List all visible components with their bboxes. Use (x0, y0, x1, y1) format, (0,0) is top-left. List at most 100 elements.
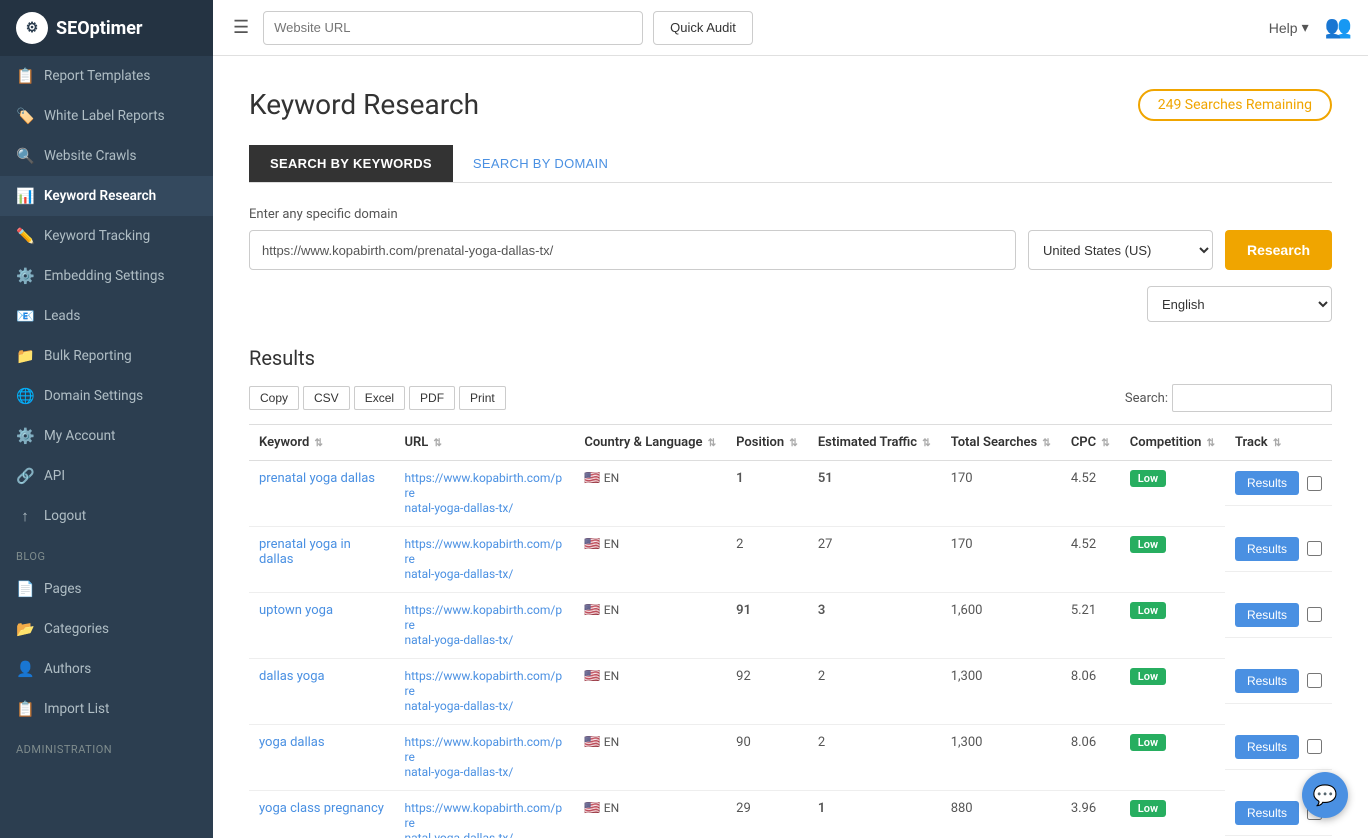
cell-keyword-3: dallas yoga (249, 659, 394, 725)
sort-track-icon[interactable]: ⇅ (1273, 438, 1281, 449)
pdf-button[interactable]: PDF (409, 386, 455, 410)
cell-total-searches-4: 1,300 (941, 725, 1061, 791)
results-section: Results Copy CSV Excel PDF Print Search:… (249, 346, 1332, 838)
logout-icon: ↑ (16, 507, 34, 525)
nav-item-embedding-settings[interactable]: ⚙️ Embedding Settings (0, 256, 213, 296)
copy-button[interactable]: Copy (249, 386, 299, 410)
print-button[interactable]: Print (459, 386, 506, 410)
nav-item-website-crawls[interactable]: 🔍 Website Crawls (0, 136, 213, 176)
nav-item-bulk-reporting[interactable]: 📁 Bulk Reporting (0, 336, 213, 376)
nav-item-keyword-research[interactable]: 📊 Keyword Research (0, 176, 213, 216)
cell-competition-4: Low (1120, 725, 1225, 791)
cell-competition-2: Low (1120, 593, 1225, 659)
cell-country-5: 🇺🇸 EN (574, 791, 726, 838)
nav-item-api[interactable]: 🔗 API (0, 456, 213, 496)
url-link-2[interactable]: https://www.kopabirth.com/prenatal-yoga-… (404, 603, 562, 647)
track-checkbox-2[interactable] (1307, 607, 1322, 622)
flag-icon-2: 🇺🇸 (584, 603, 600, 618)
keyword-link-0[interactable]: prenatal yoga dallas (259, 471, 375, 486)
nav-item-keyword-tracking[interactable]: ✏️ Keyword Tracking (0, 216, 213, 256)
cell-track-0: Results (1225, 461, 1332, 506)
user-avatar-icon[interactable]: 👥 (1325, 15, 1352, 40)
sort-keyword-icon[interactable]: ⇅ (315, 438, 323, 449)
hamburger-button[interactable]: ☰ (229, 13, 253, 42)
keyword-link-5[interactable]: yoga class pregnancy (259, 801, 384, 816)
white-label-reports-icon: 🏷️ (16, 107, 34, 125)
nav-item-logout[interactable]: ↑ Logout (0, 496, 213, 536)
nav-item-leads[interactable]: 📧 Leads (0, 296, 213, 336)
keyword-link-1[interactable]: prenatal yoga in dallas (259, 537, 351, 567)
language-select[interactable]: English Spanish French German (1147, 286, 1332, 322)
keyword-link-2[interactable]: uptown yoga (259, 603, 333, 618)
quick-audit-button[interactable]: Quick Audit (653, 11, 753, 45)
results-button-1[interactable]: Results (1235, 537, 1299, 561)
url-link-4[interactable]: https://www.kopabirth.com/prenatal-yoga-… (404, 735, 562, 779)
table-row: prenatal yoga in dallas https://www.kopa… (249, 527, 1332, 593)
results-button-3[interactable]: Results (1235, 669, 1299, 693)
csv-button[interactable]: CSV (303, 386, 350, 410)
cell-traffic-1: 27 (808, 527, 941, 593)
track-checkbox-1[interactable] (1307, 541, 1322, 556)
track-checkbox-0[interactable] (1307, 476, 1322, 491)
nav-item-categories[interactable]: 📂 Categories (0, 609, 213, 649)
domain-input[interactable] (249, 230, 1016, 270)
results-button-0[interactable]: Results (1235, 471, 1299, 495)
track-checkbox-4[interactable] (1307, 739, 1322, 754)
url-link-5[interactable]: https://www.kopabirth.com/prenatal-yoga-… (404, 801, 562, 838)
page-header: Keyword Research 249 Searches Remaining (249, 88, 1332, 121)
th-cpc: CPC ⇅ (1061, 425, 1120, 461)
cell-url-3: https://www.kopabirth.com/prenatal-yoga-… (394, 659, 574, 725)
keyword-link-4[interactable]: yoga dallas (259, 735, 325, 750)
track-checkbox-3[interactable] (1307, 673, 1322, 688)
cell-total-searches-2: 1,600 (941, 593, 1061, 659)
research-button[interactable]: Research (1225, 230, 1332, 270)
logo[interactable]: ⚙ SEOptimer (0, 0, 213, 56)
sort-traffic-icon[interactable]: ⇅ (922, 438, 930, 449)
nav-label: White Label Reports (44, 108, 165, 124)
cell-cpc-1: 4.52 (1061, 527, 1120, 593)
country-select[interactable]: United States (US) United Kingdom (UK) C… (1028, 230, 1213, 270)
sort-cpc-icon[interactable]: ⇅ (1101, 438, 1109, 449)
nav-label: Bulk Reporting (44, 348, 132, 364)
url-link-1[interactable]: https://www.kopabirth.com/prenatal-yoga-… (404, 537, 562, 581)
table-search-input[interactable] (1172, 384, 1332, 412)
nav-item-white-label-reports[interactable]: 🏷️ White Label Reports (0, 96, 213, 136)
url-link-3[interactable]: https://www.kopabirth.com/prenatal-yoga-… (404, 669, 562, 713)
website-crawls-icon: 🔍 (16, 147, 34, 165)
nav-item-import-list[interactable]: 📋 Import List (0, 689, 213, 729)
nav-item-report-templates[interactable]: 📋 Report Templates (0, 56, 213, 96)
sort-total-searches-icon[interactable]: ⇅ (1042, 438, 1050, 449)
cell-cpc-5: 3.96 (1061, 791, 1120, 838)
blog-section-label: Blog (0, 536, 213, 569)
th-keyword: Keyword ⇅ (249, 425, 394, 461)
search-label: Search: (1125, 391, 1168, 406)
sort-url-icon[interactable]: ⇅ (434, 438, 442, 449)
sidebar: ⚙ SEOptimer 📋 Report Templates 🏷️ White … (0, 0, 213, 838)
keyword-link-3[interactable]: dallas yoga (259, 669, 325, 684)
help-button[interactable]: Help ▾ (1269, 19, 1309, 36)
excel-button[interactable]: Excel (354, 386, 405, 410)
sort-competition-icon[interactable]: ⇅ (1207, 438, 1215, 449)
th-competition: Competition ⇅ (1120, 425, 1225, 461)
nav-item-pages[interactable]: 📄 Pages (0, 569, 213, 609)
url-link-0[interactable]: https://www.kopabirth.com/prenatal-yoga-… (404, 471, 562, 515)
nav-item-domain-settings[interactable]: 🌐 Domain Settings (0, 376, 213, 416)
tab-search-by-keywords[interactable]: SEARCH BY KEYWORDS (249, 145, 453, 182)
results-button-5[interactable]: Results (1235, 801, 1299, 825)
cell-cpc-3: 8.06 (1061, 659, 1120, 725)
nav-item-my-account[interactable]: ⚙️ My Account (0, 416, 213, 456)
topbar: ☰ Quick Audit Help ▾ 👥 (213, 0, 1368, 56)
cell-competition-3: Low (1120, 659, 1225, 725)
sort-country-icon[interactable]: ⇅ (708, 438, 716, 449)
table-row: yoga class pregnancy https://www.kopabir… (249, 791, 1332, 838)
tab-search-by-domain[interactable]: SEARCH BY DOMAIN (453, 145, 628, 182)
results-button-2[interactable]: Results (1235, 603, 1299, 627)
sort-position-icon[interactable]: ⇅ (789, 438, 797, 449)
competition-badge-4: Low (1130, 734, 1166, 751)
logo-text: SEOptimer (56, 18, 143, 39)
results-button-4[interactable]: Results (1235, 735, 1299, 759)
website-url-input[interactable] (263, 11, 643, 45)
nav-item-authors[interactable]: 👤 Authors (0, 649, 213, 689)
lang-code-2: EN (604, 603, 619, 617)
chat-bubble-button[interactable]: 💬 (1302, 772, 1348, 818)
